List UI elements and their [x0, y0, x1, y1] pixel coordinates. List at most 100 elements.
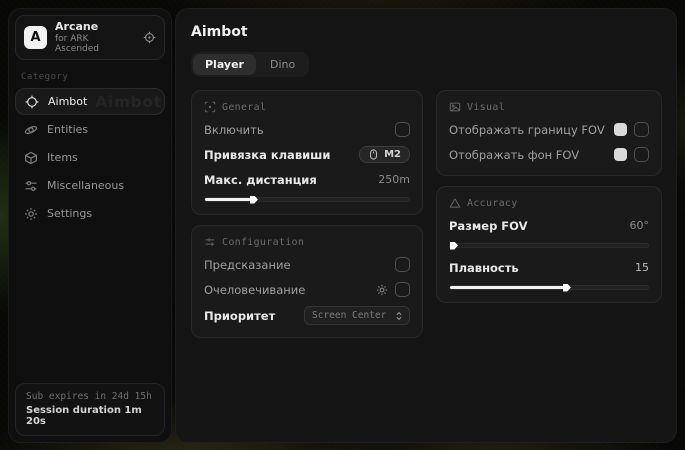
enable-label: Включить	[204, 123, 264, 137]
unfold-icon	[394, 311, 404, 321]
humanize-row: Очеловечивание	[204, 281, 410, 298]
fov-background-row: Отображать фон FOV	[449, 146, 649, 163]
tab-player[interactable]: Player	[193, 54, 256, 75]
configuration-card: Configuration Предсказание Очеловечивани…	[191, 225, 423, 338]
fov-background-controls	[614, 147, 649, 162]
crosshair-settings-icon[interactable]	[143, 31, 156, 44]
sidebar-spacer	[9, 227, 171, 377]
sidebar-item-label: Aimbot	[48, 95, 87, 108]
priority-select[interactable]: Screen Center	[304, 306, 410, 325]
sidebar-nav: Aimbot Aimbot Entities Items	[9, 88, 171, 227]
accuracy-card-header: Accuracy	[449, 197, 649, 209]
priority-value: Screen Center	[312, 310, 386, 321]
category-label: Category	[9, 60, 171, 88]
triangle-icon	[449, 197, 461, 209]
session-info-card: Sub expires in 24d 15h Session duration …	[15, 383, 165, 436]
visual-card-header: Visual	[449, 101, 649, 113]
cube-icon	[24, 151, 38, 165]
prediction-label: Предсказание	[204, 258, 291, 272]
keybind-label: Привязка клавиши	[204, 148, 330, 162]
app-window: A Arcane for ARK Ascended Category	[8, 8, 677, 443]
enable-row: Включить	[204, 121, 410, 138]
fov-border-row: Отображать границу FOV	[449, 121, 649, 138]
accuracy-card: Accuracy Размер FOV 60° Плавность 15	[436, 186, 662, 303]
fov-size-value: 60°	[630, 219, 650, 232]
orbit-icon	[24, 123, 38, 137]
logo-card[interactable]: A Arcane for ARK Ascended	[15, 15, 165, 60]
fov-size-slider-fill	[450, 244, 452, 247]
sidebar-ghost-label: Aimbot	[95, 93, 162, 111]
accuracy-card-title: Accuracy	[467, 198, 518, 209]
humanize-label: Очеловечивание	[204, 283, 305, 297]
smoothness-slider-fill	[450, 286, 565, 289]
priority-row: Приоритет Screen Center	[204, 306, 410, 325]
page-title: Aimbot	[191, 24, 662, 40]
smoothness-label: Плавность	[449, 261, 519, 275]
configuration-card-title: Configuration	[222, 237, 304, 248]
sidebar-item-label: Miscellaneous	[47, 179, 124, 192]
fov-border-color-swatch[interactable]	[614, 123, 627, 136]
app-name: Arcane	[55, 21, 135, 34]
prediction-row: Предсказание	[204, 256, 410, 273]
session-duration-text: Session duration 1m 20s	[26, 405, 154, 427]
enable-checkbox[interactable]	[395, 122, 410, 137]
sidebar-item-label: Items	[47, 151, 78, 164]
sidebar-item-aimbot[interactable]: Aimbot Aimbot	[15, 88, 165, 115]
left-column: General Включить Привязка клавиши	[191, 90, 423, 338]
humanize-gear-icon[interactable]	[376, 284, 388, 296]
sidebar-item-items[interactable]: Items	[15, 144, 165, 171]
configuration-card-header: Configuration	[204, 236, 410, 248]
prediction-checkbox[interactable]	[395, 257, 410, 272]
max-distance-label: Макс. дистанция	[204, 173, 317, 187]
scan-target-icon	[204, 101, 216, 113]
fov-size-label: Размер FOV	[449, 219, 528, 233]
max-distance-slider-fill	[205, 198, 252, 201]
app-logo: A	[24, 26, 47, 49]
general-card: General Включить Привязка клавиши	[191, 90, 423, 215]
general-card-header: General	[204, 101, 410, 113]
smoothness-row: Плавность 15	[449, 259, 649, 276]
fov-border-checkbox[interactable]	[634, 122, 649, 137]
humanize-controls	[376, 282, 410, 297]
gear-icon	[24, 207, 38, 221]
sidebar-item-miscellaneous[interactable]: Miscellaneous	[15, 172, 165, 199]
keybind-row: Привязка клавиши M2	[204, 146, 410, 163]
tune-icon	[204, 236, 216, 248]
app-title-block: Arcane for ARK Ascended	[55, 21, 135, 54]
humanize-checkbox[interactable]	[395, 282, 410, 297]
max-distance-row: Макс. дистанция 250m	[204, 171, 410, 188]
crosshair-icon	[25, 95, 39, 109]
fov-background-checkbox[interactable]	[634, 147, 649, 162]
max-distance-slider[interactable]	[204, 197, 410, 202]
right-column: Visual Отображать границу FOV Отображать…	[436, 90, 662, 303]
fov-border-label: Отображать границу FOV	[449, 123, 605, 137]
fov-size-slider[interactable]	[449, 243, 649, 248]
keybind-value: M2	[384, 149, 401, 160]
fov-background-label: Отображать фон FOV	[449, 148, 579, 162]
sidebar: A Arcane for ARK Ascended Category	[8, 8, 172, 443]
mouse-icon	[368, 149, 379, 160]
priority-label: Приоритет	[204, 309, 275, 323]
sidebar-item-settings[interactable]: Settings	[15, 200, 165, 227]
content-grid: General Включить Привязка клавиши	[191, 90, 662, 338]
general-card-title: General	[222, 102, 266, 113]
tab-bar: Player Dino	[191, 52, 309, 77]
smoothness-value: 15	[635, 261, 649, 274]
main-panel: Aimbot Player Dino General	[175, 8, 677, 443]
image-frame-icon	[449, 101, 461, 113]
sidebar-item-label: Settings	[47, 207, 92, 220]
keybind-button[interactable]: M2	[359, 146, 410, 163]
fov-border-controls	[614, 122, 649, 137]
fov-background-color-swatch[interactable]	[614, 148, 627, 161]
app-subtitle: for ARK Ascended	[55, 34, 135, 55]
tab-dino[interactable]: Dino	[258, 54, 307, 75]
sidebar-item-entities[interactable]: Entities	[15, 116, 165, 143]
visual-card: Visual Отображать границу FOV Отображать…	[436, 90, 662, 176]
sliders-icon	[24, 179, 38, 193]
visual-card-title: Visual	[467, 102, 505, 113]
max-distance-value: 250m	[378, 173, 410, 186]
smoothness-slider[interactable]	[449, 285, 649, 290]
sub-expires-text: Sub expires in 24d 15h	[26, 391, 154, 402]
fov-size-row: Размер FOV 60°	[449, 217, 649, 234]
sidebar-item-label: Entities	[47, 123, 88, 136]
